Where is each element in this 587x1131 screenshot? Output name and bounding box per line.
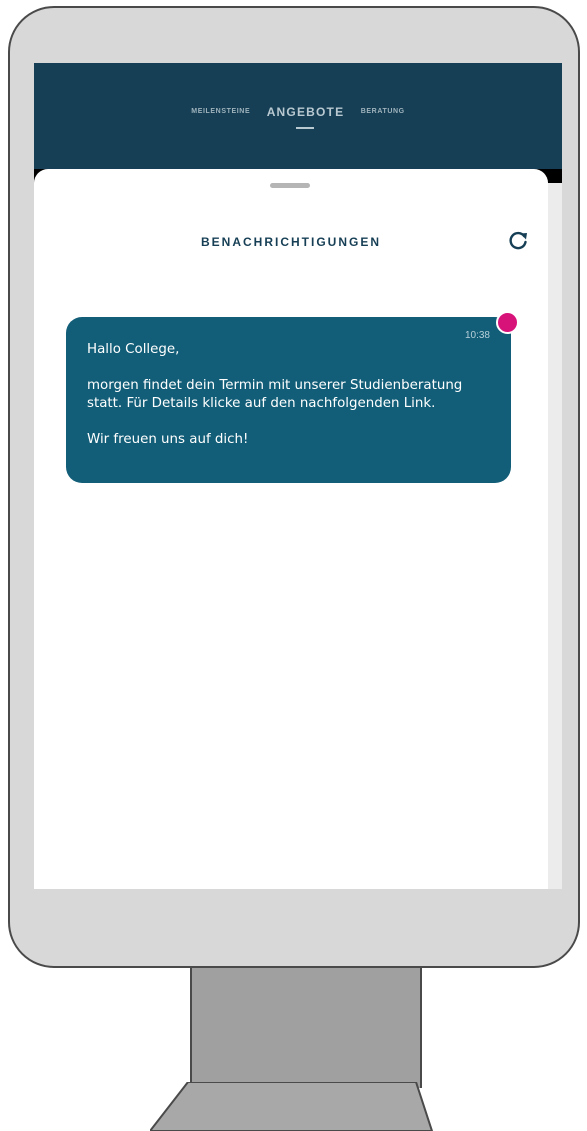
tab-beratung[interactable]: BERATUNG <box>361 108 405 115</box>
message-body-line-1: morgen findet dein Termin mit unserer St… <box>87 378 463 393</box>
notification-message[interactable]: 10:38 Hallo College, morgen findet dein … <box>66 317 511 483</box>
notifications-sheet: BENACHRICHTIGUNGEN 10:38 Hallo College, … <box>34 169 548 889</box>
device-mockup: MEILENSTEINE ANGEBOTE BERATUNG BENACHRIC… <box>0 0 587 1131</box>
tab-meilensteine[interactable]: MEILENSTEINE <box>191 108 250 115</box>
notifications-title: BENACHRICHTIGUNGEN <box>201 235 381 249</box>
message-time: 10:38 <box>464 330 490 341</box>
tab-angebote-label: ANGEBOTE <box>266 104 345 119</box>
top-navigation: MEILENSTEINE ANGEBOTE BERATUNG <box>34 63 562 169</box>
active-tab-indicator <box>296 126 315 129</box>
message-greeting: Hallo College, <box>87 342 180 357</box>
nav-tabs: MEILENSTEINE ANGEBOTE BERATUNG <box>34 103 562 129</box>
unread-indicator <box>496 311 519 334</box>
message-body-line-2: statt. Für Details klicke auf den nachfo… <box>87 396 436 411</box>
device-stand-neck <box>190 968 422 1088</box>
refresh-icon <box>509 231 527 250</box>
message-closing: Wir freuen uns auf dich! <box>87 432 249 447</box>
app-screen: MEILENSTEINE ANGEBOTE BERATUNG BENACHRIC… <box>34 63 562 889</box>
refresh-button[interactable] <box>506 229 530 253</box>
tab-angebote[interactable]: ANGEBOTE <box>266 104 345 129</box>
sheet-drag-handle[interactable] <box>270 183 310 188</box>
